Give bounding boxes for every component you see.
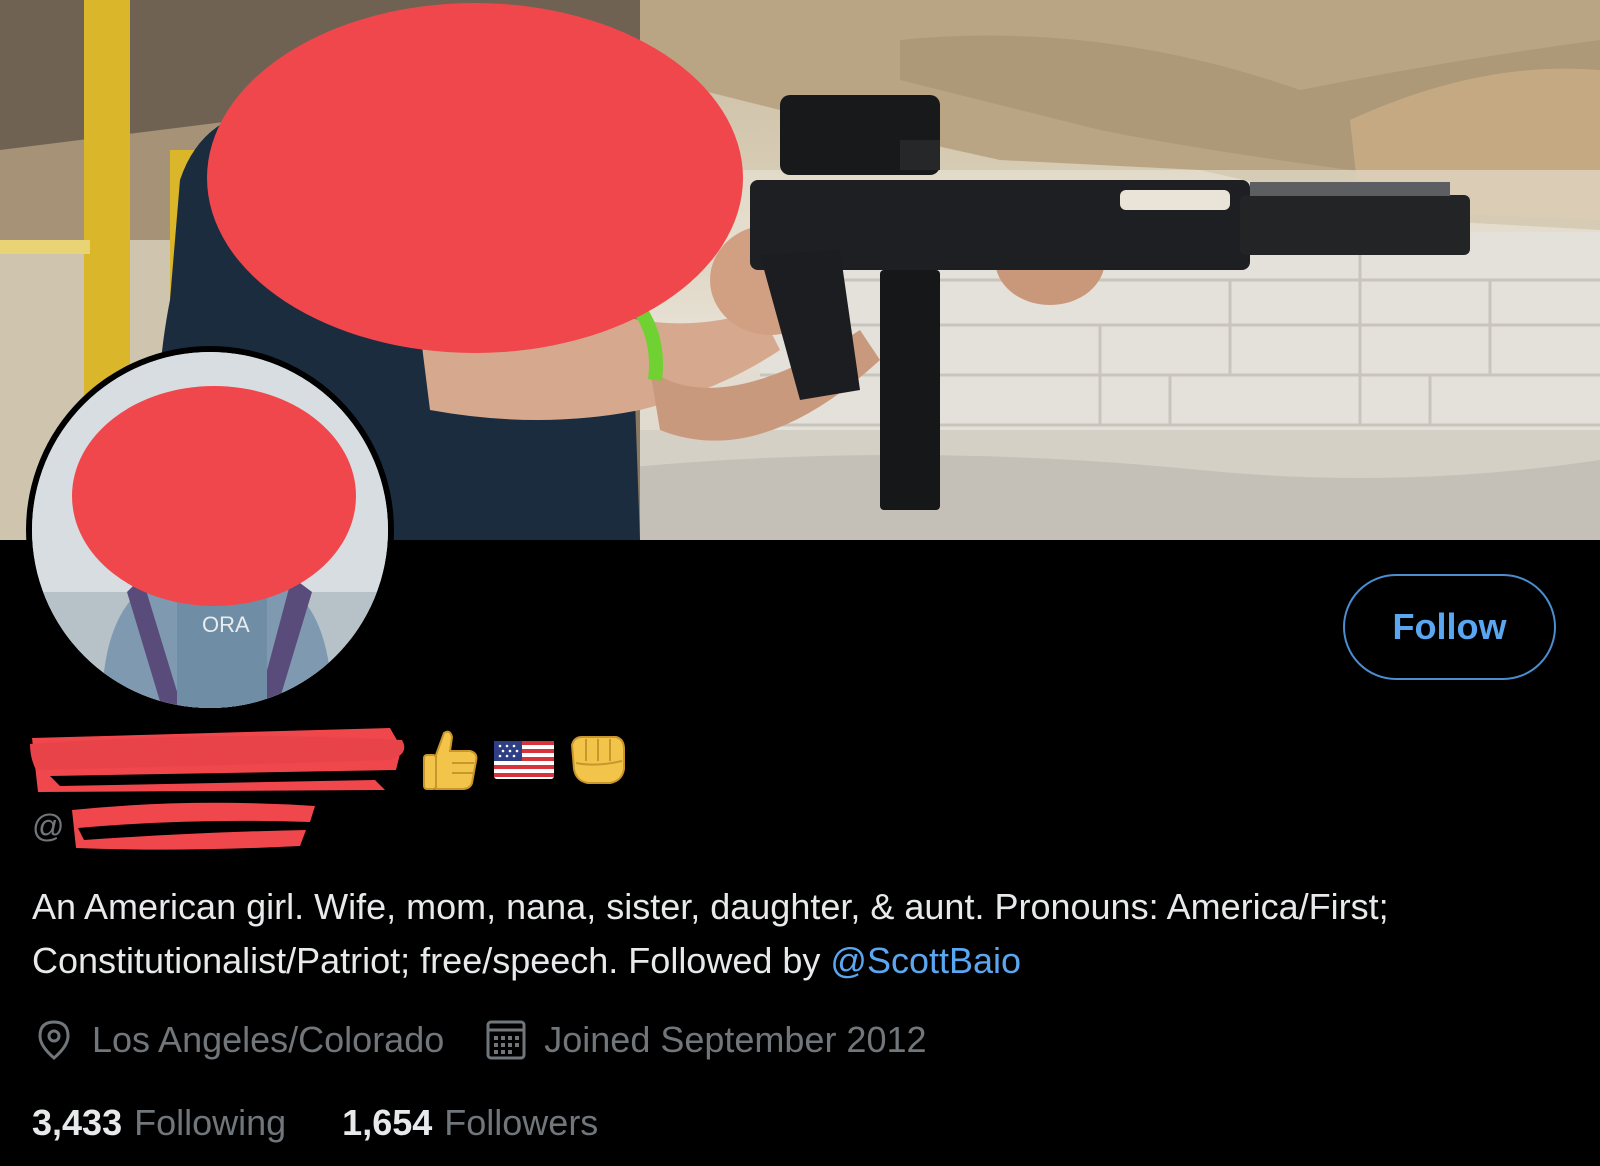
following-link[interactable]: 3,433 Following bbox=[32, 1102, 286, 1144]
profile-stats: 3,433 Following 1,654 Followers bbox=[32, 1102, 654, 1144]
following-label: Following bbox=[134, 1102, 287, 1143]
follow-button[interactable]: Follow bbox=[1343, 574, 1556, 680]
bio-text: An American girl. Wife, mom, nana, siste… bbox=[32, 886, 1389, 981]
followers-link[interactable]: 1,654 Followers bbox=[342, 1102, 598, 1144]
calendar-icon bbox=[486, 1020, 526, 1060]
thumbs-up-icon bbox=[423, 730, 478, 790]
avatar-photo: ORA bbox=[32, 352, 388, 708]
location-pin-icon bbox=[38, 1020, 70, 1060]
handle-redaction bbox=[72, 802, 315, 850]
us-flag-icon bbox=[494, 741, 554, 779]
name-redaction bbox=[30, 728, 405, 792]
location-text: Los Angeles/Colorado bbox=[92, 1019, 445, 1060]
joined-text: Joined September 2012 bbox=[544, 1019, 927, 1060]
display-name bbox=[30, 724, 730, 794]
name-emojis bbox=[418, 724, 630, 794]
profile-avatar[interactable]: ORA bbox=[26, 346, 394, 714]
followers-count: 1,654 bbox=[342, 1102, 433, 1143]
bio-mention-link[interactable]: @ScottBaio bbox=[830, 940, 1021, 981]
profile-meta: Los Angeles/Colorado Joined September 20… bbox=[32, 1018, 967, 1062]
location-item: Los Angeles/Colorado bbox=[32, 1018, 444, 1062]
profile-bio: An American girl. Wife, mom, nana, siste… bbox=[32, 880, 1532, 988]
handle-prefix: @ bbox=[32, 808, 65, 844]
joined-item: Joined September 2012 bbox=[484, 1018, 927, 1062]
followers-label: Followers bbox=[444, 1102, 599, 1143]
following-count: 3,433 bbox=[32, 1102, 123, 1143]
handle: @ bbox=[32, 800, 392, 850]
fist-bump-icon bbox=[570, 736, 625, 784]
svg-text:ORA: ORA bbox=[202, 612, 250, 637]
